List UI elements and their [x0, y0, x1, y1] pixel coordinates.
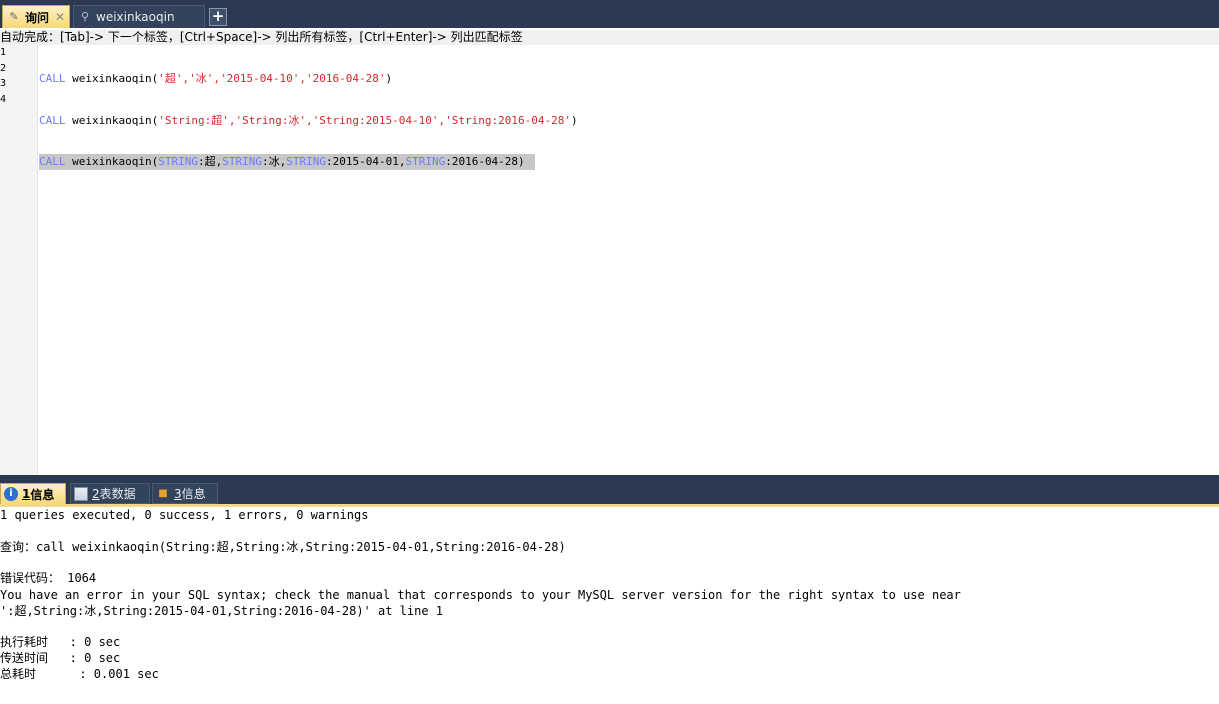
error-message-line: You have an error in your SQL syntax; ch…	[0, 588, 961, 602]
table-grid-icon	[74, 486, 88, 501]
tab-connection-label: weixinkaoqin	[96, 10, 175, 24]
tab-messages[interactable]: i 1 信息	[0, 483, 66, 504]
tab-table-data-label: 表数据	[99, 487, 136, 501]
summary-text: 1 queries executed, 0 success, 1 errors,…	[0, 508, 369, 522]
result-tab-bar: i 1 信息 2 表数据 ■ 3 信息	[0, 483, 1219, 504]
error-message-line: ':超,String:冰,String:2015-04-01,String:20…	[0, 604, 444, 618]
paren-close: )	[570, 113, 578, 127]
code-line-selected[interactable]: CALL weixinkaoqin(STRING:超,STRING:冰,STRI…	[39, 154, 578, 170]
tab-table-data-number: 2	[92, 486, 100, 501]
line-number: 3	[0, 78, 7, 89]
string-args: '超','冰','2015-04-10','2016-04-28'	[158, 72, 386, 85]
tab-connection[interactable]: ⚲ weixinkaoqin	[73, 5, 205, 28]
tab-info-number: 3	[174, 486, 182, 501]
query-tab-bar: ✎ 询问 ✕ ⚲ weixinkaoqin +	[0, 0, 1219, 28]
procedure-name: weixinkaoqin(	[65, 113, 159, 127]
line-number: 2	[0, 62, 7, 74]
connection-icon: ⚲	[80, 10, 90, 23]
tab-query[interactable]: ✎ 询问 ✕	[2, 5, 70, 28]
keyword: CALL	[39, 72, 66, 85]
tab-info[interactable]: ■ 3 信息	[152, 483, 218, 504]
line-number-gutter: 1 2 3 4	[0, 45, 38, 475]
pane-splitter[interactable]	[0, 475, 1219, 483]
line-number: 4	[0, 93, 7, 105]
new-tab-button[interactable]: +	[209, 8, 227, 26]
messages-panel: 1 queries executed, 0 success, 1 errors,…	[0, 507, 1219, 704]
paren-close: )	[385, 72, 393, 85]
procedure-name: weixinkaoqin(	[65, 155, 159, 168]
procedure-name: weixinkaoqin(	[65, 72, 159, 85]
arg-value: :2016-04-28)	[445, 155, 525, 168]
code-line[interactable]	[39, 196, 578, 212]
tab-query-label: 询问	[25, 10, 50, 25]
autocomplete-hint: 自动完成：[Tab]-> 下一个标签，[Ctrl+Space]-> 列出所有标签…	[0, 30, 1219, 45]
query-icon: ✎	[9, 10, 19, 23]
sql-editor[interactable]: 1 2 3 4 CALL weixinkaoqin('超','冰','2015-…	[0, 45, 1219, 475]
type-keyword: STRING	[286, 155, 326, 168]
tab-messages-number: 1	[22, 487, 31, 501]
code-line[interactable]: CALL weixinkaoqin('超','冰','2015-04-10','…	[39, 71, 578, 87]
total-time-text: 总耗时 : 0.001 sec	[0, 667, 159, 681]
line-number: 1	[0, 47, 7, 58]
info-icon: i	[4, 487, 18, 501]
tab-info-label: 信息	[181, 487, 206, 501]
type-keyword: STRING	[405, 155, 446, 168]
close-icon[interactable]: ✕	[55, 10, 65, 24]
error-code-text: 错误代码： 1064	[0, 571, 97, 585]
arg-value: :2015-04-01,	[325, 155, 406, 168]
type-keyword: STRING	[158, 155, 198, 168]
arg-value: :超,	[197, 155, 223, 168]
tab-table-data[interactable]: 2 表数据	[70, 483, 150, 504]
query-text: 查询：call weixinkaoqin(String:超,String:冰,S…	[0, 540, 566, 554]
code-line[interactable]: CALL weixinkaoqin('String:超','String:冰',…	[39, 113, 578, 129]
arg-value: :冰,	[261, 155, 287, 168]
transfer-time-text: 传送时间 : 0 sec	[0, 651, 121, 665]
string-args: 'String:超','String:冰','String:2015-04-10…	[158, 113, 571, 127]
keyword: CALL	[39, 155, 66, 168]
objects-icon: ■	[158, 487, 168, 499]
tab-messages-label: 信息	[30, 487, 55, 502]
keyword: CALL	[39, 113, 66, 127]
type-keyword: STRING	[222, 155, 262, 168]
exec-time-text: 执行耗时 : 0 sec	[0, 635, 121, 649]
